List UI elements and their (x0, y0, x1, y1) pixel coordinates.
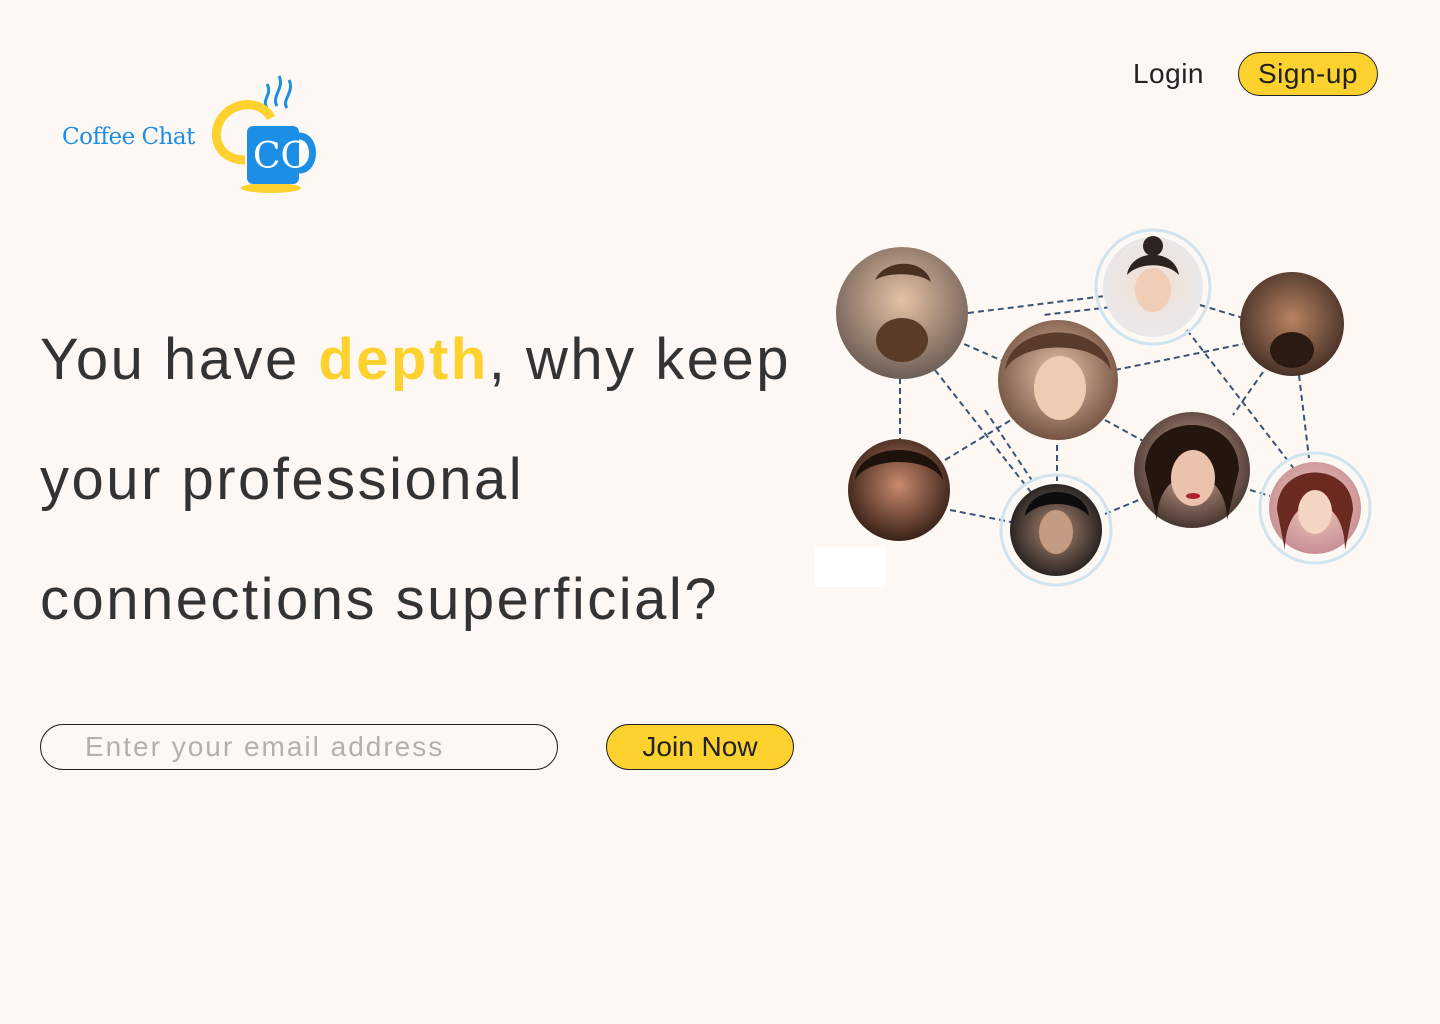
headline-text: , why keep (488, 327, 791, 392)
email-input[interactable] (41, 725, 557, 769)
top-nav: Login Sign-up (1133, 52, 1378, 96)
brand-name: Coffee Chat (62, 124, 195, 150)
signup-button[interactable]: Sign-up (1238, 52, 1378, 96)
join-now-button[interactable]: Join Now (606, 724, 794, 770)
headline-accent-word: depth (318, 327, 489, 392)
avatar-woman-dark-hair (848, 439, 950, 541)
logo-monogram: CC (253, 136, 308, 177)
email-field-wrapper (40, 724, 558, 770)
avatar-young-man (1010, 484, 1102, 576)
avatar-woman-hand-cheek (1269, 462, 1361, 554)
avatar-woman-bun (1103, 236, 1203, 337)
people-network-illustration (836, 228, 1372, 587)
headline-line-3: connections superficial? (40, 567, 720, 632)
brand-logo[interactable]: Coffee Chat CC (60, 70, 330, 200)
avatar-man-dark-beard (1240, 272, 1344, 376)
headline-line-2: your professional (40, 447, 525, 512)
coffee-cup-icon: CC (211, 75, 316, 193)
login-link[interactable]: Login (1133, 58, 1204, 90)
avatar-woman-freckles (998, 320, 1118, 440)
hero-headline: You have depth, why keep your profession… (40, 300, 820, 660)
headline-text: You have (40, 327, 319, 392)
headline-line-1: You have depth, why keep (40, 300, 820, 420)
avatar-woman-red-lips (1134, 412, 1250, 528)
avatar-man-beard (836, 247, 968, 379)
